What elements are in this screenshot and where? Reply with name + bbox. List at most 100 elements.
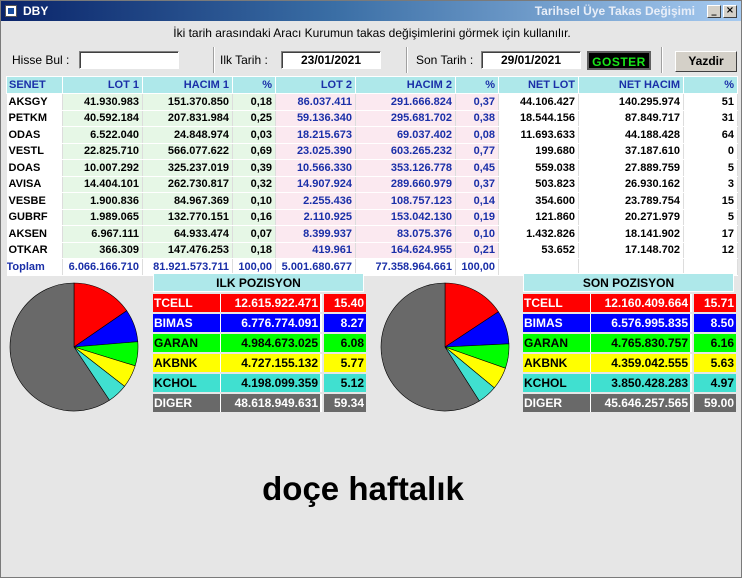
- pozisyon-value: 4.198.099.359: [221, 374, 322, 392]
- table-cell: 0,69: [232, 143, 276, 160]
- column-header[interactable]: NET HACIM: [578, 76, 684, 94]
- pozisyon-name: DIGER: [523, 394, 591, 412]
- close-icon[interactable]: ×: [723, 5, 737, 18]
- table-row[interactable]: VESBE 1.900.836 84.967.369 0,10 2.255.436 108…: [6, 192, 738, 210]
- pozisyon-value: 4.359.042.555: [591, 354, 692, 372]
- table-cell: 164.624.955: [355, 242, 456, 259]
- column-header[interactable]: LOT 1: [62, 76, 143, 94]
- column-header[interactable]: HACIM 1: [142, 76, 233, 94]
- table-cell: 0,03: [232, 126, 276, 144]
- table-cell: 51: [683, 93, 738, 111]
- total-cell: 100,00: [455, 258, 499, 276]
- pozisyon-value: 6.576.995.835: [591, 314, 692, 332]
- ilk-tarih-input[interactable]: 23/01/2021: [281, 51, 381, 69]
- pozisyon-pct: 5.63: [694, 354, 736, 372]
- table-cell: 5: [683, 209, 738, 226]
- table-cell: 0,16: [232, 209, 276, 226]
- pozisyon-value: 4.984.673.025: [221, 334, 322, 352]
- app-icon: [5, 5, 17, 17]
- table-cell: 15: [683, 192, 738, 210]
- table-row[interactable]: ODAS 6.522.040 24.848.974 0,03 18.215.673 69.…: [6, 126, 738, 144]
- pozisyon-pct: 59.34: [324, 394, 366, 412]
- table-row[interactable]: VESTL 22.825.710 566.077.622 0,69 23.025.390…: [6, 143, 738, 160]
- table-cell: 59.136.340: [275, 110, 356, 127]
- column-header[interactable]: %: [232, 76, 276, 94]
- table-row[interactable]: AVISA 14.404.101 262.730.817 0,32 14.907.924…: [6, 176, 738, 193]
- hisse-search-input[interactable]: [79, 51, 179, 69]
- total-cell: 77.358.964.661: [355, 258, 456, 276]
- table-cell: 0,39: [232, 159, 276, 177]
- ilk-pozisyon-row: TCELL 12.615.922.471 15.40: [153, 294, 366, 312]
- table-cell: 18.141.902: [578, 225, 684, 243]
- table-cell: 12: [683, 242, 738, 259]
- table-row[interactable]: PETKM 40.592.184 207.831.984 0,25 59.136.340…: [6, 110, 738, 127]
- column-header[interactable]: SENET: [6, 76, 63, 94]
- ilk-tarih-label: Ilk Tarih :: [220, 53, 268, 67]
- table-row[interactable]: OTKAR 366.309 147.476.253 0,18 419.961 164.62…: [6, 242, 738, 259]
- table-cell: 5: [683, 159, 738, 177]
- table-cell: 0,32: [232, 176, 276, 193]
- senet-cell: GUBRF: [6, 209, 63, 226]
- table-cell: 121.860: [498, 209, 579, 226]
- table-row[interactable]: GUBRF 1.989.065 132.770.151 0,16 2.110.925 15…: [6, 209, 738, 226]
- column-header[interactable]: %: [455, 76, 499, 94]
- takas-grid: SENET LOT 1 HACIM 1% LOT 2 HACIM 2% NET LOT NE…: [6, 76, 738, 276]
- table-cell: 53.652: [498, 242, 579, 259]
- pozisyon-name: KCHOL: [153, 374, 221, 392]
- total-cell: Toplam: [6, 258, 63, 276]
- table-cell: 87.849.717: [578, 110, 684, 127]
- pozisyon-name: BIMAS: [153, 314, 221, 332]
- table-row[interactable]: DOAS 10.007.292 325.237.019 0,39 10.566.330 3…: [6, 159, 738, 177]
- table-cell: 1.432.826: [498, 225, 579, 243]
- goster-button[interactable]: GOSTER: [587, 51, 651, 70]
- table-cell: 44.188.428: [578, 126, 684, 144]
- table-cell: 354.600: [498, 192, 579, 210]
- column-header[interactable]: LOT 2: [275, 76, 356, 94]
- table-cell: 24.848.974: [142, 126, 233, 144]
- pozisyon-name: DIGER: [153, 394, 221, 412]
- table-cell: 0: [683, 143, 738, 160]
- pozisyon-name: TCELL: [523, 294, 591, 312]
- table-cell: 0,18: [232, 93, 276, 111]
- table-cell: 0,21: [455, 242, 499, 259]
- yazdir-button[interactable]: Yazdir: [675, 51, 737, 72]
- total-cell: 6.066.166.710: [62, 258, 143, 276]
- table-cell: 37.187.610: [578, 143, 684, 160]
- table-row[interactable]: AKSGY 41.930.983 151.370.850 0,18 86.037.411…: [6, 93, 738, 111]
- divider: [213, 47, 215, 73]
- table-cell: 14.907.924: [275, 176, 356, 193]
- table-row[interactable]: AKSEN 6.967.111 64.933.474 0,07 8.399.937 83.…: [6, 225, 738, 243]
- table-cell: 6.522.040: [62, 126, 143, 144]
- ilk-pozisyon-row: BIMAS 6.776.774.091 8.27: [153, 314, 366, 332]
- table-cell: 559.038: [498, 159, 579, 177]
- pozisyon-value: 4.765.830.757: [591, 334, 692, 352]
- info-text: İki tarih arasındaki Aracı Kurumun takas…: [173, 26, 571, 40]
- table-cell: 17: [683, 225, 738, 243]
- table-cell: 84.967.369: [142, 192, 233, 210]
- pozisyon-name: BIMAS: [523, 314, 591, 332]
- table-cell: 0,19: [455, 209, 499, 226]
- pozisyon-name: AKBNK: [523, 354, 591, 372]
- table-cell: 18.544.156: [498, 110, 579, 127]
- title-bar[interactable]: DBY Tarihsel Üye Takas Değişimi _ ×: [1, 1, 741, 21]
- ilk-pozisyon-title: ILK POZISYON: [153, 273, 364, 292]
- table-cell: 64.933.474: [142, 225, 233, 243]
- column-header[interactable]: NET LOT: [498, 76, 579, 94]
- minimize-icon[interactable]: _: [707, 5, 721, 18]
- column-header[interactable]: HACIM 2: [355, 76, 456, 94]
- table-cell: 14.404.101: [62, 176, 143, 193]
- son-tarih-input[interactable]: 29/01/2021: [481, 51, 581, 69]
- son-pozisyon-title: SON POZISYON: [523, 273, 734, 292]
- table-cell: 199.680: [498, 143, 579, 160]
- window-caption: Tarihsel Üye Takas Değişimi: [534, 4, 695, 18]
- pozisyon-pct: 59.00: [694, 394, 736, 412]
- table-cell: 151.370.850: [142, 93, 233, 111]
- column-header[interactable]: %: [683, 76, 738, 94]
- table-cell: 40.592.184: [62, 110, 143, 127]
- main-window: DBY Tarihsel Üye Takas Değişimi _ × İki …: [0, 0, 742, 578]
- table-cell: 23.025.390: [275, 143, 356, 160]
- son-pozisyon-row: AKBNK 4.359.042.555 5.63: [523, 354, 736, 372]
- table-cell: 0,77: [455, 143, 499, 160]
- table-cell: 147.476.253: [142, 242, 233, 259]
- hisse-label: Hisse Bul :: [12, 53, 70, 67]
